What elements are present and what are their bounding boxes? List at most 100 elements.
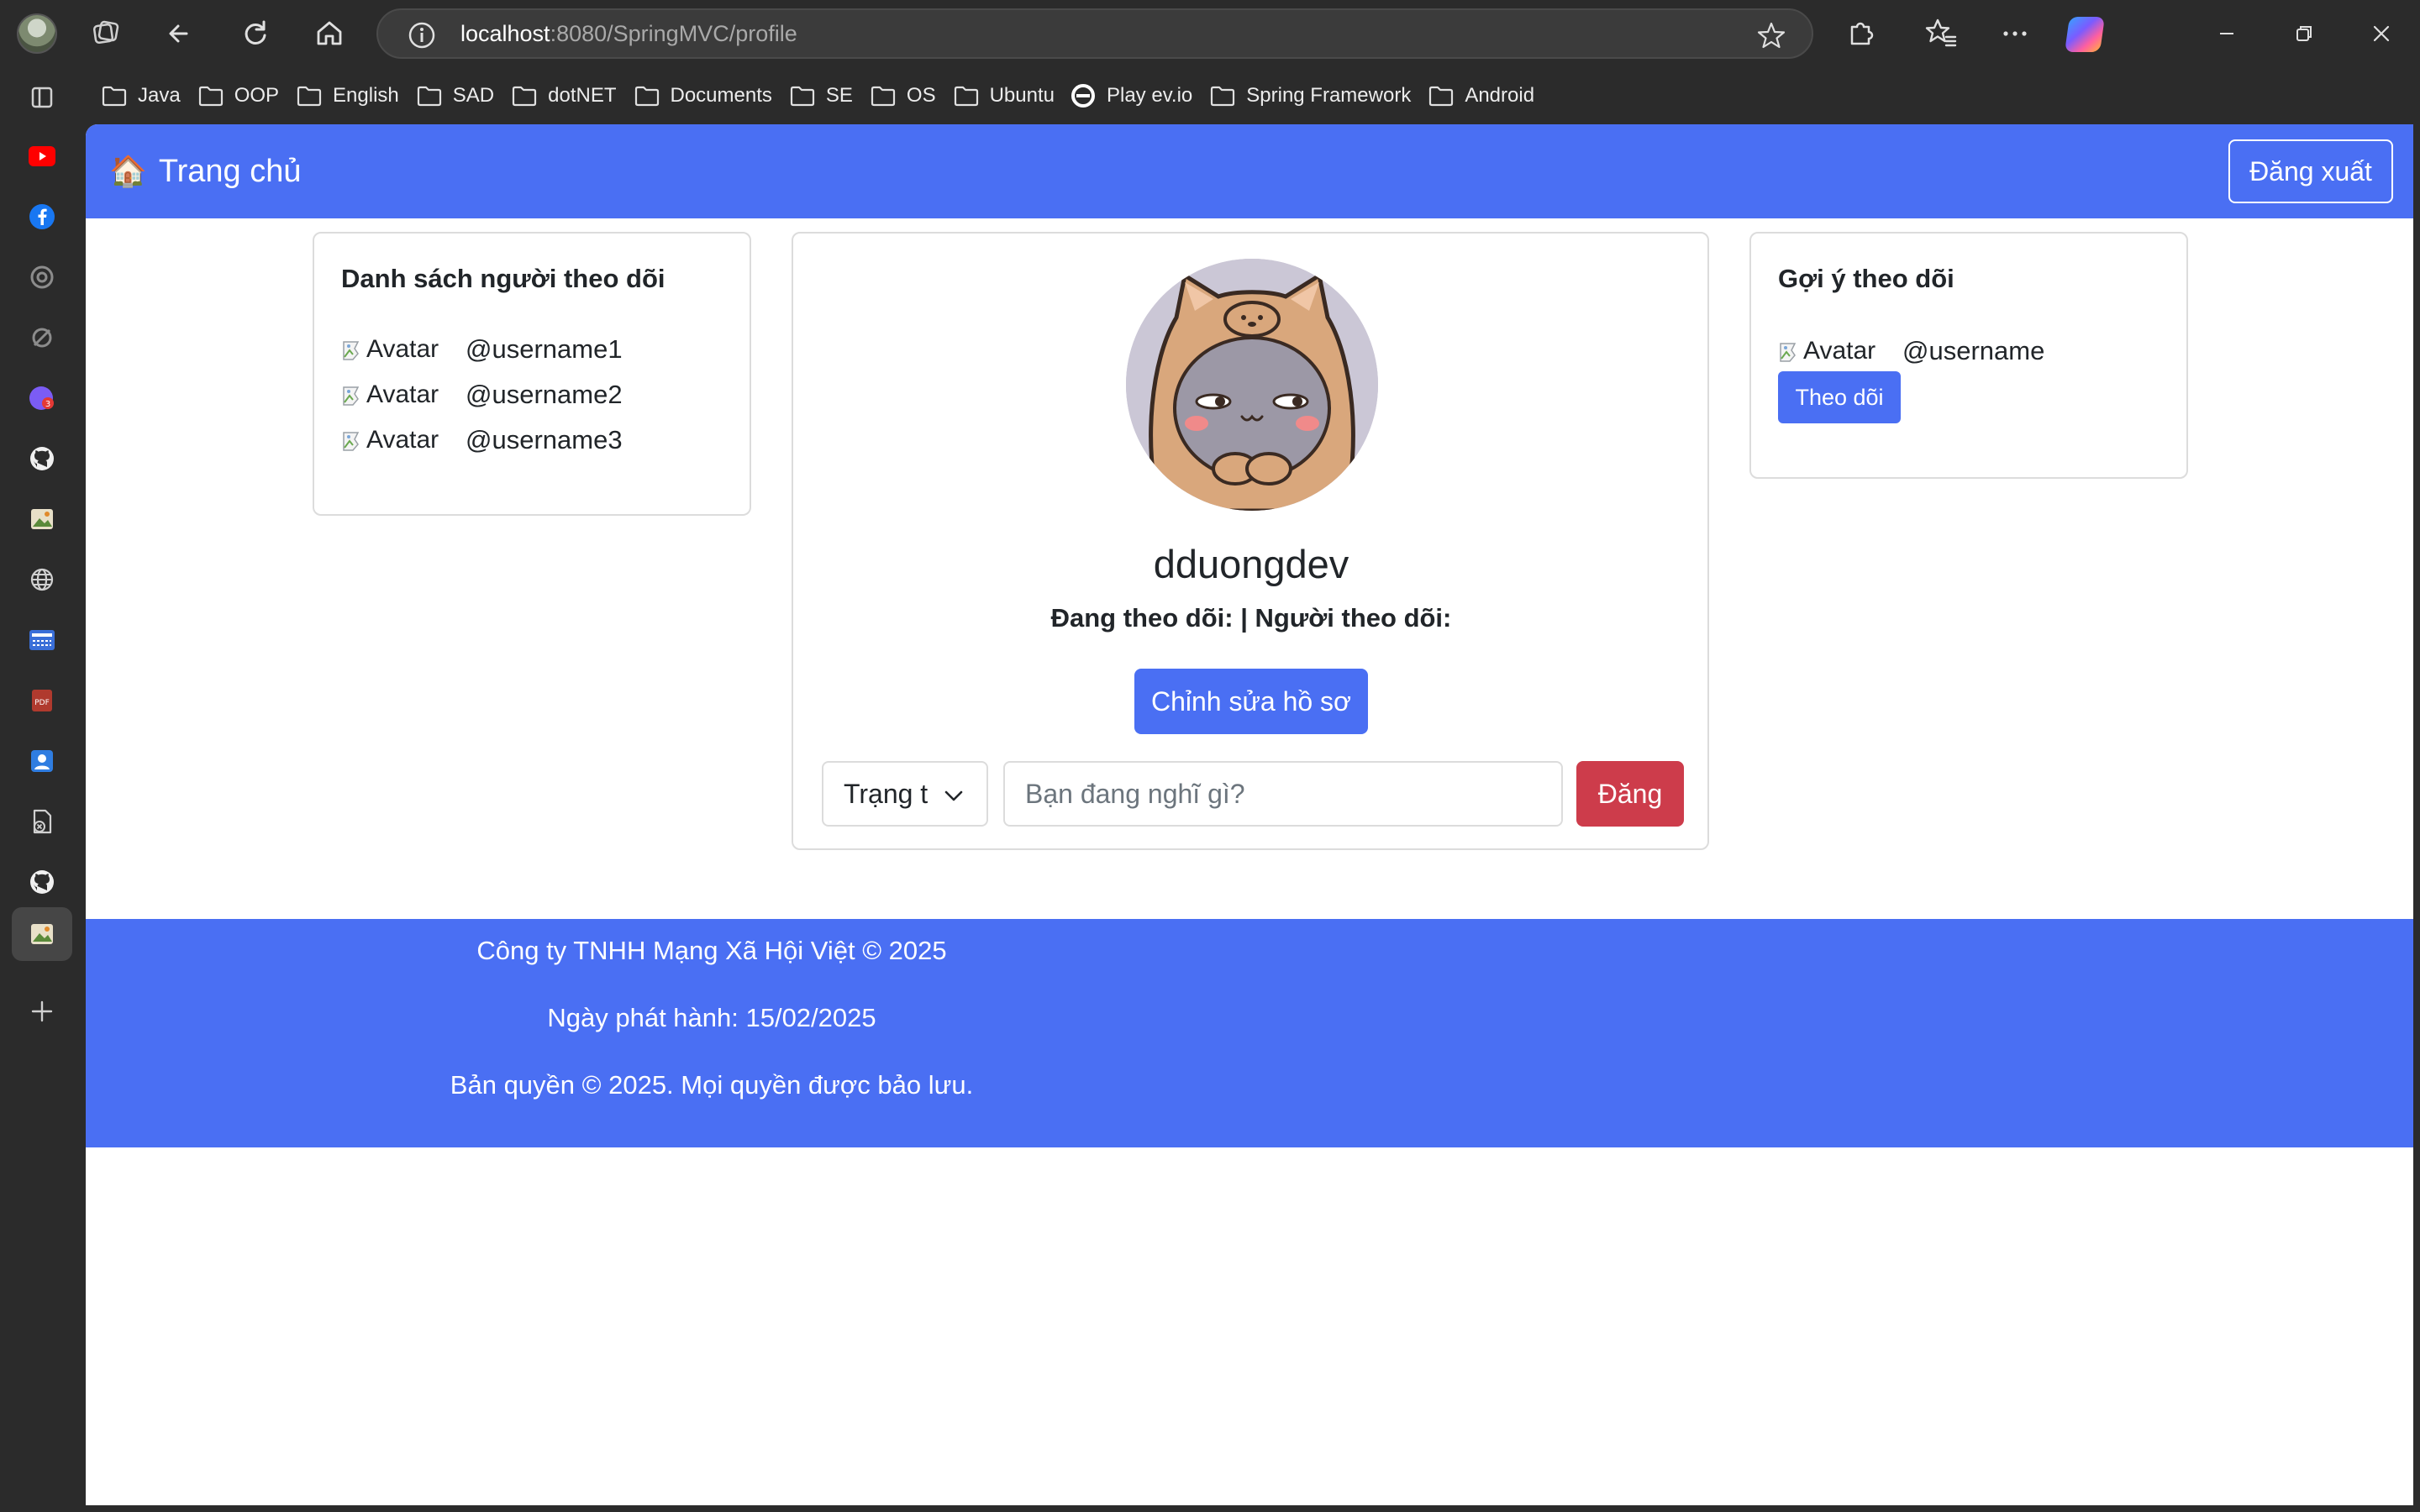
address-bar[interactable]: localhost:8080/SpringMVC/profile <box>376 8 1813 59</box>
suggestions-card: Gợi ý theo dõi Avatar @username Theo dõi <box>1749 232 2188 479</box>
bookmark-label: SAD <box>452 84 495 107</box>
suggestions-title: Gợi ý theo dõi <box>1778 264 1954 293</box>
bookmark-label: OS <box>906 84 936 107</box>
follow-stats: Đang theo dõi: | Người theo dõi: <box>1050 603 1452 633</box>
image-app-icon[interactable] <box>25 502 59 536</box>
house-icon: 🏠 <box>109 155 147 189</box>
bookmark-item[interactable]: Android <box>1428 76 1546 116</box>
tab-actions-icon[interactable] <box>87 15 124 52</box>
bookmark-label: Android <box>1465 84 1535 107</box>
top-navbar: 🏠 Trang chủ Đăng xuất <box>86 124 2413 218</box>
follower-item: Avatar @username1 <box>341 331 623 368</box>
minimize-icon[interactable] <box>2208 15 2245 52</box>
site-info-icon[interactable] <box>407 20 437 50</box>
profile-username: dduongdev <box>1153 542 1349 586</box>
evio-icon <box>1071 84 1095 108</box>
follower-item: Avatar @username3 <box>341 422 623 459</box>
folder-icon <box>790 86 814 107</box>
follower-avatar: Avatar <box>341 331 449 368</box>
post-status-select[interactable]: Trạng t <box>822 761 988 827</box>
bookmark-label: SE <box>825 84 853 107</box>
broken-image-icon <box>343 341 360 360</box>
avatar-alt-text: Avatar <box>366 426 439 454</box>
github-icon[interactable] <box>25 442 59 475</box>
bookmark-item[interactable]: English <box>296 76 411 116</box>
facebook-icon[interactable] <box>25 200 59 234</box>
bookmark-label: OOP <box>234 84 280 107</box>
profile-avatar-image <box>1126 259 1378 511</box>
pdf-icon[interactable]: PDF <box>25 684 59 717</box>
bookmark-item[interactable]: SE <box>789 76 865 116</box>
browser-titlebar: localhost:8080/SpringMVC/profile <box>0 0 2420 67</box>
follow-button[interactable]: Theo dõi <box>1778 371 1901 423</box>
add-icon[interactable] <box>25 995 59 1028</box>
post-submit-button[interactable]: Đăng <box>1576 761 1684 827</box>
footer-company: Công ty TNHH Mạng Xã Hội Việt © 2025 <box>476 936 947 965</box>
broken-image-icon <box>343 386 360 406</box>
logout-button[interactable]: Đăng xuất <box>2228 139 2393 203</box>
bookmark-label: Documents <box>670 84 772 107</box>
more-icon[interactable] <box>1996 15 2033 52</box>
chevron-down-icon <box>944 790 963 801</box>
folder-icon <box>871 86 896 107</box>
bookmark-item[interactable]: Documents <box>634 76 784 116</box>
youtube-icon[interactable] <box>25 139 59 173</box>
file-x-icon[interactable] <box>25 805 59 838</box>
follower-avatar: Avatar <box>341 376 449 413</box>
bookmark-item[interactable]: Play ev.io <box>1071 76 1204 116</box>
favorite-star-icon[interactable] <box>1756 20 1786 50</box>
post-content-input[interactable] <box>1003 761 1563 827</box>
extensions-icon[interactable] <box>1842 15 1879 52</box>
home-icon[interactable] <box>311 15 348 52</box>
follower-username[interactable]: @username1 <box>466 334 623 365</box>
follower-username[interactable]: @username2 <box>466 380 623 410</box>
folder-icon <box>198 86 223 107</box>
tab-panel-icon[interactable] <box>25 81 59 114</box>
follower-username[interactable]: @username3 <box>466 425 623 455</box>
followers-title: Danh sách người theo dõi <box>341 264 666 293</box>
openai-icon[interactable] <box>25 260 59 294</box>
suggestion-username[interactable]: @username <box>1902 336 2044 366</box>
svg-text:3: 3 <box>45 400 50 409</box>
bookmark-item[interactable]: SAD <box>416 76 506 116</box>
bookmark-item[interactable]: OS <box>870 76 948 116</box>
avatar-alt-text: Avatar <box>366 381 439 408</box>
profile-avatar[interactable] <box>17 13 57 54</box>
bookmark-item[interactable]: dotNET <box>511 76 628 116</box>
avatar-alt-text: Avatar <box>1803 337 1876 365</box>
image-app-icon[interactable] <box>25 917 59 951</box>
folder-icon <box>634 86 659 107</box>
bookmark-label: dotNET <box>548 84 617 107</box>
bookmark-label: Java <box>138 84 181 107</box>
bookmark-item[interactable]: Java <box>101 76 192 116</box>
messenger-icon[interactable]: 3 <box>25 381 59 415</box>
globe-icon[interactable] <box>25 563 59 596</box>
restore-icon[interactable] <box>2286 15 2323 52</box>
favorites-icon[interactable] <box>1923 15 1960 52</box>
avatar-alt-text: Avatar <box>366 335 439 363</box>
bookmark-item[interactable]: OOP <box>197 76 291 116</box>
follower-avatar: Avatar <box>341 422 449 459</box>
back-icon[interactable] <box>161 15 198 52</box>
keyboard-app-icon[interactable] <box>25 623 59 657</box>
bookmark-item[interactable]: Ubuntu <box>953 76 1066 116</box>
refresh-icon[interactable] <box>237 15 274 52</box>
copilot-icon[interactable] <box>2065 17 2105 52</box>
footer-copyright: Bản quyền © 2025. Mọi quyền được bảo lưu… <box>450 1070 974 1100</box>
bookmark-item[interactable]: Spring Framework <box>1209 76 1423 116</box>
home-link[interactable]: 🏠 Trang chủ <box>109 148 302 195</box>
home-link-label: Trang chủ <box>158 153 302 189</box>
url-path: :8080/SpringMVC/profile <box>550 21 797 46</box>
github-icon[interactable] <box>25 865 59 899</box>
suggestion-item: Avatar @username <box>1778 333 2044 370</box>
edit-profile-button[interactable]: Chỉnh sửa hồ sơ <box>1134 669 1368 734</box>
broken-image-icon <box>1780 343 1797 362</box>
folder-icon <box>513 86 537 107</box>
followers-card: Danh sách người theo dõi Avatar @username… <box>313 232 751 516</box>
close-icon[interactable] <box>2363 15 2400 52</box>
url-text[interactable]: localhost:8080/SpringMVC/profile <box>460 10 797 57</box>
url-host: localhost <box>460 21 550 46</box>
edge-shopping-icon[interactable] <box>25 321 59 354</box>
contacts-icon[interactable] <box>25 744 59 778</box>
follower-item: Avatar @username2 <box>341 376 623 413</box>
